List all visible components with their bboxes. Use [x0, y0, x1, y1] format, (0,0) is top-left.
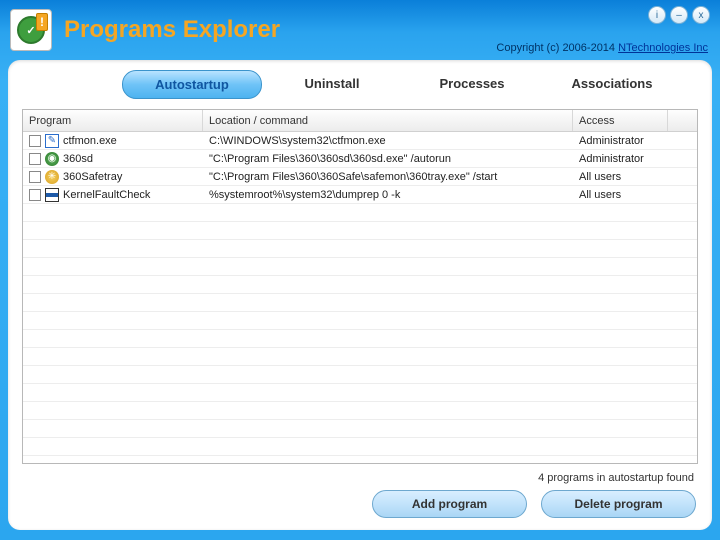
table: Program Location / command Access ✎ ctfmo… [22, 109, 698, 464]
table-header: Program Location / command Access [23, 110, 697, 132]
window: ✓ ! Programs Explorer i – x Copyright (c… [0, 0, 720, 540]
table-row [23, 294, 697, 312]
table-row [23, 330, 697, 348]
table-row [23, 276, 697, 294]
button-bar: Add program Delete program [22, 490, 698, 518]
table-row [23, 366, 697, 384]
row-checkbox[interactable] [29, 153, 41, 165]
program-access: All users [579, 171, 621, 183]
app-icon: ✓ ! [10, 9, 52, 51]
table-row [23, 240, 697, 258]
row-checkbox[interactable] [29, 135, 41, 147]
close-button[interactable]: x [692, 6, 710, 24]
program-name: 360Safetray [63, 171, 122, 183]
app-title: Programs Explorer [64, 16, 280, 44]
program-access: Administrator [579, 135, 644, 147]
minimize-button[interactable]: – [670, 6, 688, 24]
status-text: 4 programs in autostartup found [22, 464, 698, 490]
table-row[interactable]: ◉ 360sd "C:\Program Files\360\360sd\360sd.… [23, 150, 697, 168]
copyright-link[interactable]: NTechnologies Inc [618, 42, 708, 54]
tab-associations[interactable]: Associations [542, 70, 682, 99]
info-button[interactable]: i [648, 6, 666, 24]
column-spacer [668, 110, 697, 131]
column-location[interactable]: Location / command [203, 110, 573, 131]
copyright-text: Copyright (c) 2006-2014 [496, 42, 618, 54]
table-row [23, 420, 697, 438]
program-access: All users [579, 189, 621, 201]
table-row[interactable]: ✳ 360Safetray "C:\Program Files\360\360Saf… [23, 168, 697, 186]
tab-processes[interactable]: Processes [402, 70, 542, 99]
table-row [23, 402, 697, 420]
tab-autostartup[interactable]: Autostartup [122, 70, 262, 99]
program-icon [45, 188, 59, 202]
table-row [23, 456, 697, 463]
add-program-button[interactable]: Add program [372, 490, 527, 518]
program-location: "C:\Program Files\360\360sd\360sd.exe" /… [209, 153, 451, 165]
row-checkbox[interactable] [29, 189, 41, 201]
column-access[interactable]: Access [573, 110, 668, 131]
delete-program-button[interactable]: Delete program [541, 490, 696, 518]
table-row[interactable]: ✎ ctfmon.exe C:\WINDOWS\system32\ctfmon.ex… [23, 132, 697, 150]
program-location: C:\WINDOWS\system32\ctfmon.exe [209, 135, 386, 147]
table-row [23, 348, 697, 366]
tabs: Autostartup Uninstall Processes Associat… [22, 70, 698, 99]
program-access: Administrator [579, 153, 644, 165]
program-location: %systemroot%\system32\dumprep 0 -k [209, 189, 400, 201]
program-icon: ✳ [45, 170, 59, 184]
table-row [23, 384, 697, 402]
table-row [23, 312, 697, 330]
window-controls: i – x [648, 6, 710, 24]
table-body[interactable]: ✎ ctfmon.exe C:\WINDOWS\system32\ctfmon.ex… [23, 132, 697, 463]
program-name: ctfmon.exe [63, 135, 117, 147]
program-icon: ◉ [45, 152, 59, 166]
table-row [23, 258, 697, 276]
program-location: "C:\Program Files\360\360Safe\safemon\36… [209, 171, 497, 183]
program-name: 360sd [63, 153, 93, 165]
table-row [23, 222, 697, 240]
program-icon: ✎ [45, 134, 59, 148]
exclamation-icon: ! [36, 13, 48, 31]
row-checkbox[interactable] [29, 171, 41, 183]
program-name: KernelFaultCheck [63, 189, 150, 201]
table-row [23, 438, 697, 456]
column-program[interactable]: Program [23, 110, 203, 131]
copyright: Copyright (c) 2006-2014 NTechnologies In… [496, 42, 708, 54]
main-panel: Autostartup Uninstall Processes Associat… [8, 60, 712, 530]
table-row [23, 204, 697, 222]
tab-uninstall[interactable]: Uninstall [262, 70, 402, 99]
table-row[interactable]: KernelFaultCheck %systemroot%\system32\du… [23, 186, 697, 204]
header: ✓ ! Programs Explorer i – x Copyright (c… [0, 0, 720, 60]
